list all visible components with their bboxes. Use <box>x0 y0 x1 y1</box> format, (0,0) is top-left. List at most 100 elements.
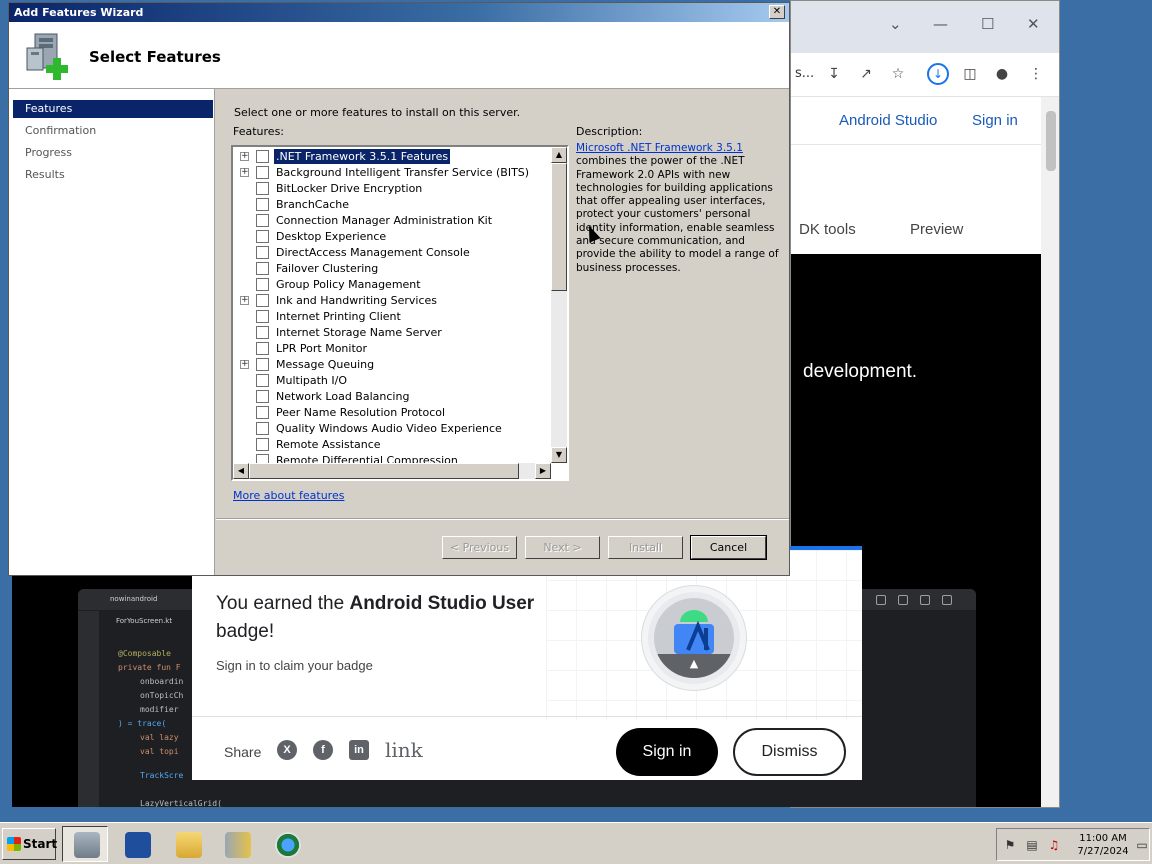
tab-dropdown-icon[interactable]: ⌄ <box>889 15 902 33</box>
taskbar-server-manager[interactable] <box>62 826 108 862</box>
taskbar-browser[interactable] <box>263 826 309 862</box>
wizard-step-results[interactable]: Results <box>13 166 213 184</box>
install-app-icon[interactable]: ↧ <box>823 63 845 85</box>
share-icon[interactable]: ↗ <box>855 63 877 85</box>
linkedin-icon[interactable]: in <box>349 740 369 760</box>
cancel-button[interactable]: Cancel <box>690 535 767 560</box>
nav-sign-in[interactable]: Sign in <box>972 112 1018 129</box>
feature-row[interactable]: Internet Printing Client <box>233 309 551 325</box>
feature-checkbox[interactable] <box>256 390 269 403</box>
clock[interactable]: 11:00 AM 7/27/2024 <box>1075 832 1131 858</box>
feature-row[interactable]: + Ink and Handwriting Services <box>233 293 551 309</box>
start-button[interactable]: Start <box>2 828 57 860</box>
expand-plus-icon[interactable]: + <box>240 152 249 161</box>
feature-row[interactable]: Group Policy Management <box>233 277 551 293</box>
menu-kebab-icon[interactable]: ⋮ <box>1025 63 1047 85</box>
feature-checkbox[interactable] <box>256 406 269 419</box>
more-about-features-link[interactable]: More about features <box>233 489 344 502</box>
show-desktop-icon[interactable]: ▭ <box>1135 838 1149 852</box>
feature-checkbox[interactable] <box>256 326 269 339</box>
taskbar-powershell[interactable] <box>113 826 159 862</box>
feature-label[interactable]: Multipath I/O <box>274 373 349 388</box>
feature-label[interactable]: BitLocker Drive Encryption <box>274 181 424 196</box>
next-button[interactable]: Next > <box>525 536 600 559</box>
feature-row[interactable]: + Background Intelligent Transfer Service… <box>233 165 551 181</box>
feature-checkbox[interactable] <box>256 310 269 323</box>
description-link[interactable]: Microsoft .NET Framework 3.5.1 <box>576 142 743 154</box>
feature-label[interactable]: Peer Name Resolution Protocol <box>274 405 447 420</box>
profile-avatar-icon[interactable]: ● <box>991 63 1013 85</box>
page-scroll-thumb[interactable] <box>1046 111 1056 171</box>
feature-checkbox[interactable] <box>256 294 269 307</box>
feature-checkbox[interactable] <box>256 150 269 163</box>
features-tree[interactable]: + .NET Framework 3.5.1 Features + Backgroun… <box>231 145 569 481</box>
feature-checkbox[interactable] <box>256 246 269 259</box>
feature-row[interactable]: DirectAccess Management Console <box>233 245 551 261</box>
taskbar-explorer[interactable] <box>164 826 210 862</box>
share-link[interactable]: link <box>385 738 423 762</box>
x-social-icon[interactable]: X <box>277 740 297 760</box>
feature-row[interactable]: Desktop Experience <box>233 229 551 245</box>
network-icon[interactable]: ▤ <box>1025 838 1039 852</box>
feature-row[interactable]: Internet Storage Name Server <box>233 325 551 341</box>
feature-checkbox[interactable] <box>256 214 269 227</box>
scroll-right-arrow-icon[interactable]: ▶ <box>535 463 551 479</box>
features-hscroll-thumb[interactable] <box>249 463 519 479</box>
expand-plus-icon[interactable]: + <box>240 296 249 305</box>
features-vertical-scrollbar[interactable]: ▲ ▼ <box>551 147 567 463</box>
wizard-step-progress[interactable]: Progress <box>13 144 213 162</box>
download-icon[interactable]: ↓ <box>927 63 949 85</box>
feature-row[interactable]: + Message Queuing <box>233 357 551 373</box>
feature-label[interactable]: Background Intelligent Transfer Service … <box>274 165 531 180</box>
feature-checkbox[interactable] <box>256 374 269 387</box>
features-scroll-thumb[interactable] <box>551 163 567 291</box>
feature-row[interactable]: Peer Name Resolution Protocol <box>233 405 551 421</box>
feature-label[interactable]: Quality Windows Audio Video Experience <box>274 421 504 436</box>
feature-label[interactable]: Remote Assistance <box>274 437 383 452</box>
feature-label[interactable]: Internet Storage Name Server <box>274 325 444 340</box>
feature-checkbox[interactable] <box>256 422 269 435</box>
page-scrollbar[interactable] <box>1041 97 1059 807</box>
feature-checkbox[interactable] <box>256 230 269 243</box>
nav-android-studio[interactable]: Android Studio <box>839 112 937 129</box>
feature-checkbox[interactable] <box>256 166 269 179</box>
feature-label[interactable]: BranchCache <box>274 197 351 212</box>
tab-preview[interactable]: Preview <box>910 221 963 238</box>
tab-sdk-tools[interactable]: DK tools <box>799 221 856 238</box>
feature-label[interactable]: Message Queuing <box>274 357 376 372</box>
feature-checkbox[interactable] <box>256 262 269 275</box>
taskbar-wizard[interactable] <box>213 826 259 862</box>
feature-row[interactable]: BranchCache <box>233 197 551 213</box>
feature-checkbox[interactable] <box>256 198 269 211</box>
side-panel-icon[interactable]: ◫ <box>959 63 981 85</box>
feature-checkbox[interactable] <box>256 358 269 371</box>
feature-checkbox[interactable] <box>256 342 269 355</box>
feature-row[interactable]: LPR Port Monitor <box>233 341 551 357</box>
feature-row[interactable]: BitLocker Drive Encryption <box>233 181 551 197</box>
wizard-step-features[interactable]: Features <box>13 100 213 118</box>
feature-checkbox[interactable] <box>256 182 269 195</box>
volume-muted-icon[interactable]: ♫ <box>1047 838 1061 852</box>
feature-label[interactable]: Ink and Handwriting Services <box>274 293 439 308</box>
previous-button[interactable]: < Previous <box>442 536 517 559</box>
feature-checkbox[interactable] <box>256 438 269 451</box>
bookmark-star-icon[interactable]: ☆ <box>887 63 909 85</box>
feature-row[interactable]: Network Load Balancing <box>233 389 551 405</box>
feature-label[interactable]: Failover Clustering <box>274 261 380 276</box>
scroll-left-arrow-icon[interactable]: ◀ <box>233 463 249 479</box>
minimize-icon[interactable]: — <box>933 15 948 33</box>
close-icon[interactable]: ✕ <box>1027 15 1040 33</box>
badge-sign-in-button[interactable]: Sign in <box>616 728 718 776</box>
maximize-icon[interactable]: ☐ <box>981 15 994 33</box>
feature-label[interactable]: Group Policy Management <box>274 277 423 292</box>
feature-row[interactable]: + .NET Framework 3.5.1 Features <box>233 148 551 165</box>
feature-label[interactable]: DirectAccess Management Console <box>274 245 472 260</box>
feature-label[interactable]: Network Load Balancing <box>274 389 411 404</box>
feature-row[interactable]: Connection Manager Administration Kit <box>233 213 551 229</box>
expand-plus-icon[interactable]: + <box>240 168 249 177</box>
feature-row[interactable]: Remote Assistance <box>233 437 551 453</box>
install-button[interactable]: Install <box>608 536 683 559</box>
address-bar-fragment[interactable]: s... <box>795 66 814 81</box>
scroll-down-arrow-icon[interactable]: ▼ <box>551 447 567 463</box>
feature-row[interactable]: Multipath I/O <box>233 373 551 389</box>
